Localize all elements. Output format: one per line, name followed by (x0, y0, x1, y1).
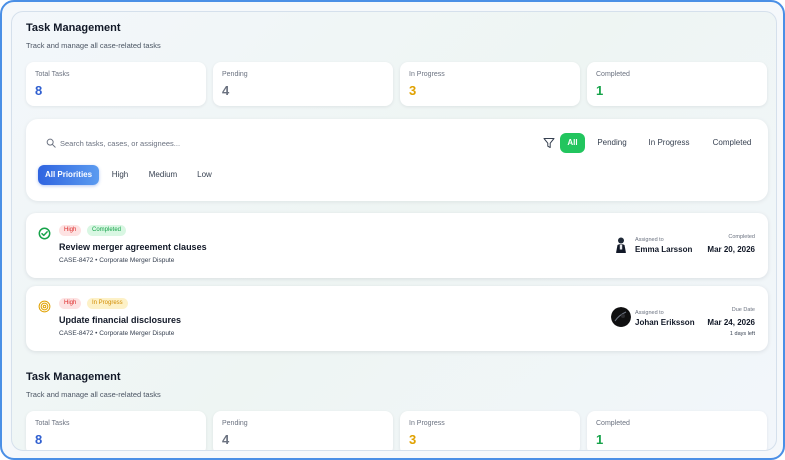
window-frame: Task Management Track and manage all cas… (0, 0, 785, 460)
stat-card-in-progress: In Progress 3 (400, 411, 580, 450)
task-date: Mar 20, 2026 (707, 245, 755, 254)
stat-card-pending: Pending 4 (213, 411, 393, 450)
priority-filter-medium[interactable]: Medium (143, 165, 183, 185)
person-avatar-icon (611, 307, 631, 327)
avatar (611, 234, 631, 254)
status-filter-all[interactable]: All (560, 133, 585, 153)
task-title[interactable]: Update financial disclosures (59, 315, 181, 325)
page-title: Task Management (26, 22, 121, 34)
assignee-name: Emma Larsson (635, 245, 693, 254)
stat-card-completed: Completed 1 (587, 62, 767, 106)
task-management-section: Task Management Track and manage all cas… (26, 22, 768, 117)
stat-value: 8 (35, 432, 43, 447)
task-case-reference: CASE-8472 • Corporate Merger Dispute (59, 257, 175, 264)
assigned-label: Assigned to (635, 310, 664, 316)
stat-label: Total Tasks (35, 420, 70, 427)
priority-badge: High (59, 225, 82, 236)
assignee-name: Johan Eriksson (635, 318, 695, 327)
in-progress-target-icon (38, 300, 51, 313)
status-filter-completed[interactable]: Completed (706, 133, 758, 153)
priority-filter-high[interactable]: High (106, 165, 134, 185)
priority-filter-all[interactable]: All Priorities (38, 165, 99, 185)
stat-label: Pending (222, 71, 248, 78)
app-panel: Task Management Track and manage all cas… (11, 11, 777, 451)
filter-funnel-icon[interactable] (543, 137, 555, 149)
check-circle-icon (38, 227, 51, 240)
date-label: Due Date (731, 307, 755, 313)
page-subtitle: Track and manage all case-related tasks (26, 390, 161, 399)
task-date: Mar 24, 2026 (707, 318, 755, 327)
stat-value: 8 (35, 83, 43, 98)
task-card[interactable]: High Completed Review merger agreement c… (26, 213, 768, 278)
task-management-section-repeat: Task Management Track and manage all cas… (26, 371, 768, 450)
stat-value: 3 (409, 83, 417, 98)
status-filter-pending[interactable]: Pending (592, 133, 632, 153)
date-label: Completed (728, 234, 755, 240)
priority-filter-low[interactable]: Low (192, 165, 217, 185)
stat-value: 1 (596, 83, 604, 98)
priority-badge: High (59, 298, 82, 309)
assigned-label: Assigned to (635, 237, 664, 243)
status-filter-in-progress[interactable]: In Progress (640, 133, 698, 153)
stat-label: Total Tasks (35, 71, 70, 78)
status-badge: Completed (87, 225, 127, 236)
stat-label: In Progress (409, 420, 445, 427)
stat-card-pending: Pending 4 (213, 62, 393, 106)
status-badge: In Progress (87, 298, 128, 309)
stat-label: Pending (222, 420, 248, 427)
stat-card-total-tasks: Total Tasks 8 (26, 62, 206, 106)
stat-card-completed: Completed 1 (587, 411, 767, 450)
days-left: 1 days left (729, 331, 755, 337)
stat-card-in-progress: In Progress 3 (400, 62, 580, 106)
filter-panel: All Pending In Progress Completed All Pr… (26, 119, 768, 201)
stat-value: 4 (222, 83, 230, 98)
stat-value: 3 (409, 432, 417, 447)
stat-value: 4 (222, 432, 230, 447)
avatar (611, 307, 631, 327)
search-icon (46, 138, 56, 148)
stat-label: In Progress (409, 71, 445, 78)
stat-value: 1 (596, 432, 604, 447)
stat-label: Completed (596, 71, 630, 78)
task-card[interactable]: High In Progress Update financial disclo… (26, 286, 768, 351)
page-title: Task Management (26, 371, 121, 383)
task-case-reference: CASE-8472 • Corporate Merger Dispute (59, 330, 175, 337)
search-input[interactable] (60, 134, 300, 152)
task-title[interactable]: Review merger agreement clauses (59, 242, 207, 252)
stat-label: Completed (596, 420, 630, 427)
person-avatar-icon (611, 234, 631, 254)
stat-card-total-tasks: Total Tasks 8 (26, 411, 206, 450)
page-subtitle: Track and manage all case-related tasks (26, 41, 161, 50)
